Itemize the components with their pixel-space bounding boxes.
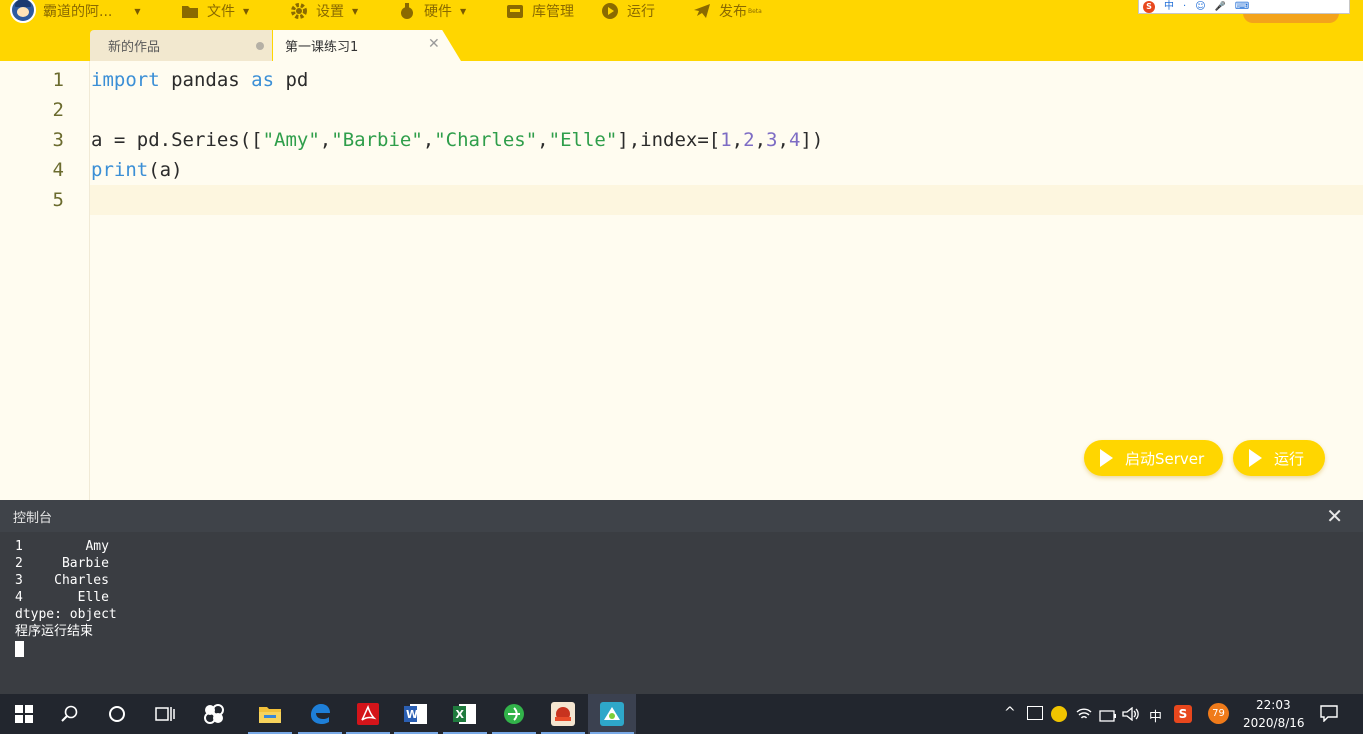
chevron-up-icon[interactable]: ^ <box>1004 705 1016 721</box>
chevron-down-icon: ▼ <box>460 6 467 16</box>
clock-date[interactable]: 2020/8/16 <box>1243 716 1305 730</box>
menu-publish-label: 发布 <box>719 4 747 20</box>
word-icon[interactable]: W <box>392 694 440 734</box>
code-line-3[interactable]: a = pd.Series(["Amy","Barbie","Charles",… <box>91 129 823 151</box>
chevron-down-icon: ▼ <box>243 6 250 16</box>
windows-start-icon[interactable] <box>0 694 48 734</box>
ime-keyboard-label[interactable]: ⌨ <box>1235 1 1249 12</box>
tab-new-work[interactable]: 新的作品 <box>90 30 272 61</box>
menu-library-label: 库管理 <box>532 4 574 20</box>
run-button[interactable]: 运行 <box>1233 440 1325 476</box>
code-line-4[interactable]: print(a) <box>91 159 183 181</box>
ime-emoji-label[interactable]: ☺ <box>1195 1 1205 12</box>
chevron-down-icon: ▼ <box>352 6 359 16</box>
run-icon <box>601 2 619 20</box>
volume-icon[interactable] <box>1122 706 1140 725</box>
menu-settings[interactable]: 设置 ▼ <box>290 0 358 22</box>
battery-icon[interactable] <box>1099 707 1117 726</box>
sogou-logo-icon: S <box>1143 0 1155 13</box>
line-number: 4 <box>52 159 64 181</box>
menu-settings-label: 设置 <box>316 4 344 20</box>
menu-file[interactable]: 文件 ▼ <box>181 0 249 22</box>
console-line: 1 Amy <box>15 539 109 554</box>
tray-app-icon[interactable] <box>1051 706 1067 722</box>
close-icon[interactable]: ✕ <box>1326 506 1343 526</box>
menu-hardware-label: 硬件 <box>424 4 452 20</box>
wifi-icon[interactable] <box>1076 706 1092 725</box>
pinwheel-app-icon[interactable] <box>190 694 238 734</box>
menu-library[interactable]: 库管理 <box>506 0 574 22</box>
line-number: 5 <box>52 189 64 211</box>
windows-taskbar: W X ^ 中 S 79 22:03 2020/8/16 <box>0 694 1363 734</box>
file-explorer-icon[interactable] <box>246 694 294 734</box>
notification-count-badge[interactable]: 79 <box>1208 703 1229 724</box>
tab-label: 新的作品 <box>108 40 161 55</box>
play-icon <box>1249 449 1262 467</box>
console-header: 控制台 ✕ <box>0 500 1363 532</box>
top-toolbar: 霸道的阿... ▼ 文件 ▼ 设置 ▼ 硬件 ▼ 库管理 运行 发布 Beta … <box>0 0 1363 61</box>
sogou-tray-icon[interactable]: S <box>1174 705 1192 723</box>
start-server-label: 启动Server <box>1125 449 1205 468</box>
excel-icon[interactable]: X <box>441 694 489 734</box>
chevron-down-icon: ▼ <box>134 6 141 16</box>
line-number: 2 <box>52 99 64 121</box>
edge-icon[interactable] <box>296 694 344 734</box>
user-avatar[interactable] <box>10 0 36 23</box>
console-line: 4 Elle <box>15 590 109 605</box>
game-app-icon[interactable] <box>539 694 587 734</box>
line-number: 3 <box>52 129 64 151</box>
file-tabs: 新的作品 第一课练习1 ✕ <box>90 30 690 61</box>
menu-hardware[interactable]: 硬件 ▼ <box>398 0 466 22</box>
beta-badge: Beta <box>748 7 762 15</box>
hardware-icon <box>398 2 416 20</box>
line-number-gutter: 1 2 3 4 5 <box>0 61 90 500</box>
unsaved-dot-icon <box>256 42 264 50</box>
ime-voice-label[interactable]: 🎤 <box>1215 2 1226 12</box>
gear-icon <box>290 2 308 20</box>
cortana-icon[interactable] <box>93 694 141 734</box>
clock-time[interactable]: 22:03 <box>1256 698 1291 712</box>
folder-icon <box>181 2 199 20</box>
active-line-highlight <box>90 185 1363 215</box>
console-line: 程序运行结束 <box>15 624 94 639</box>
console-line: dtype: object <box>15 607 117 622</box>
user-name: 霸道的阿... <box>43 4 113 20</box>
library-icon <box>506 2 524 20</box>
ime-indicator[interactable]: 中 <box>1149 706 1162 725</box>
menu-file-label: 文件 <box>207 4 235 20</box>
action-center-icon[interactable] <box>1320 705 1338 726</box>
menu-run[interactable]: 运行 <box>601 0 655 22</box>
tab-lesson-1[interactable]: 第一课练习1 ✕ <box>273 30 461 61</box>
start-server-button[interactable]: 启动Server <box>1084 440 1223 476</box>
console-output[interactable]: 1 Amy 2 Barbie 3 Charles 4 Elle dtype: o… <box>0 532 1363 694</box>
console-line: 2 Barbie <box>15 556 109 571</box>
menu-run-label: 运行 <box>627 4 655 20</box>
acrobat-icon[interactable] <box>344 694 392 734</box>
svg-text:W: W <box>406 708 418 721</box>
run-label: 运行 <box>1274 449 1305 468</box>
ime-mode-label[interactable]: 中 <box>1164 1 1174 12</box>
line-number: 1 <box>52 69 64 91</box>
console-line: 3 Charles <box>15 573 109 588</box>
text-cursor <box>15 641 24 657</box>
tab-label: 第一课练习1 <box>285 40 359 55</box>
green-app-icon[interactable] <box>490 694 538 734</box>
ime-punct-label[interactable]: · <box>1183 1 1186 12</box>
user-menu[interactable]: 霸道的阿... ▼ <box>43 0 141 22</box>
ime-toolbar[interactable]: S 中 · ☺ 🎤 ⌨ <box>1138 0 1350 14</box>
paper-plane-icon <box>693 2 711 20</box>
mind-ide-icon[interactable] <box>588 694 636 734</box>
search-icon[interactable] <box>46 694 94 734</box>
play-icon <box>1100 449 1113 467</box>
close-icon[interactable]: ✕ <box>428 36 440 52</box>
code-line-1[interactable]: import pandas as pd <box>91 69 308 91</box>
console-title: 控制台 <box>13 510 53 526</box>
task-view-icon[interactable] <box>141 694 189 734</box>
menu-publish[interactable]: 发布 Beta <box>693 0 762 22</box>
screen-capture-icon[interactable] <box>1027 706 1043 720</box>
code-editor[interactable]: import pandas as pd a = pd.Series(["Amy"… <box>90 61 1363 500</box>
svg-text:X: X <box>456 708 465 721</box>
